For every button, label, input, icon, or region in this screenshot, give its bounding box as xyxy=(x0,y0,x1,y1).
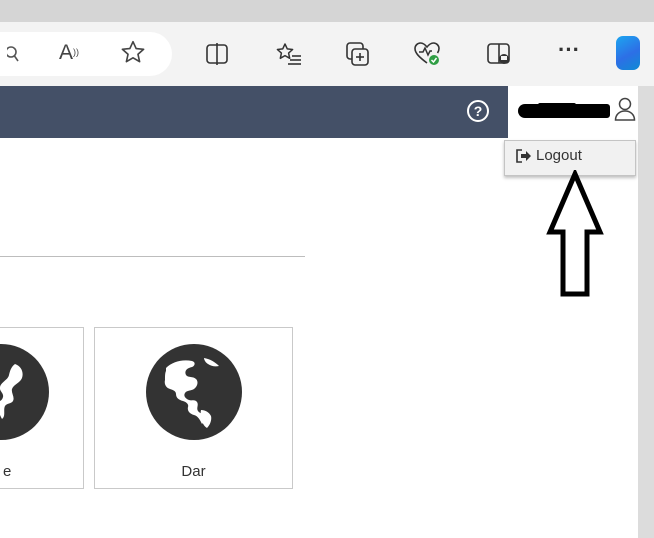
app-tile[interactable]: e xyxy=(0,327,84,489)
arrow-up-outline-icon xyxy=(546,170,604,297)
search-icon xyxy=(0,40,30,68)
favorites-list-icon[interactable] xyxy=(274,40,304,68)
copilot-icon[interactable] xyxy=(616,36,640,70)
help-icon[interactable]: ? xyxy=(467,100,489,122)
browser-essentials-icon[interactable] xyxy=(412,40,442,68)
address-bar[interactable]: A)) xyxy=(0,32,172,76)
app-tile[interactable]: Dar xyxy=(94,327,293,489)
browser-toolbar: A)) ··· xyxy=(0,22,654,86)
section-divider xyxy=(0,256,305,257)
collections-icon[interactable] xyxy=(342,40,372,68)
tile-label: Dar xyxy=(181,463,206,480)
tile-label: e xyxy=(3,463,12,480)
logout-menu-item[interactable]: Logout xyxy=(515,147,582,164)
app-header xyxy=(0,86,508,138)
logout-label: Logout xyxy=(536,147,582,164)
split-screen-icon[interactable] xyxy=(202,40,232,68)
user-icon[interactable] xyxy=(614,97,636,121)
window-top-strip xyxy=(0,0,654,22)
read-aloud-icon[interactable]: A)) xyxy=(54,38,84,66)
page-scrollbar[interactable] xyxy=(638,86,654,538)
more-icon[interactable]: ··· xyxy=(554,36,584,64)
favorite-star-icon[interactable] xyxy=(118,38,148,66)
sidebar-icon[interactable] xyxy=(484,40,514,68)
globe-icon xyxy=(0,344,49,440)
globe-icon xyxy=(146,344,242,440)
read-aloud-label: A xyxy=(58,40,73,64)
logout-icon xyxy=(516,148,531,163)
redacted-username-scribble xyxy=(538,103,576,108)
